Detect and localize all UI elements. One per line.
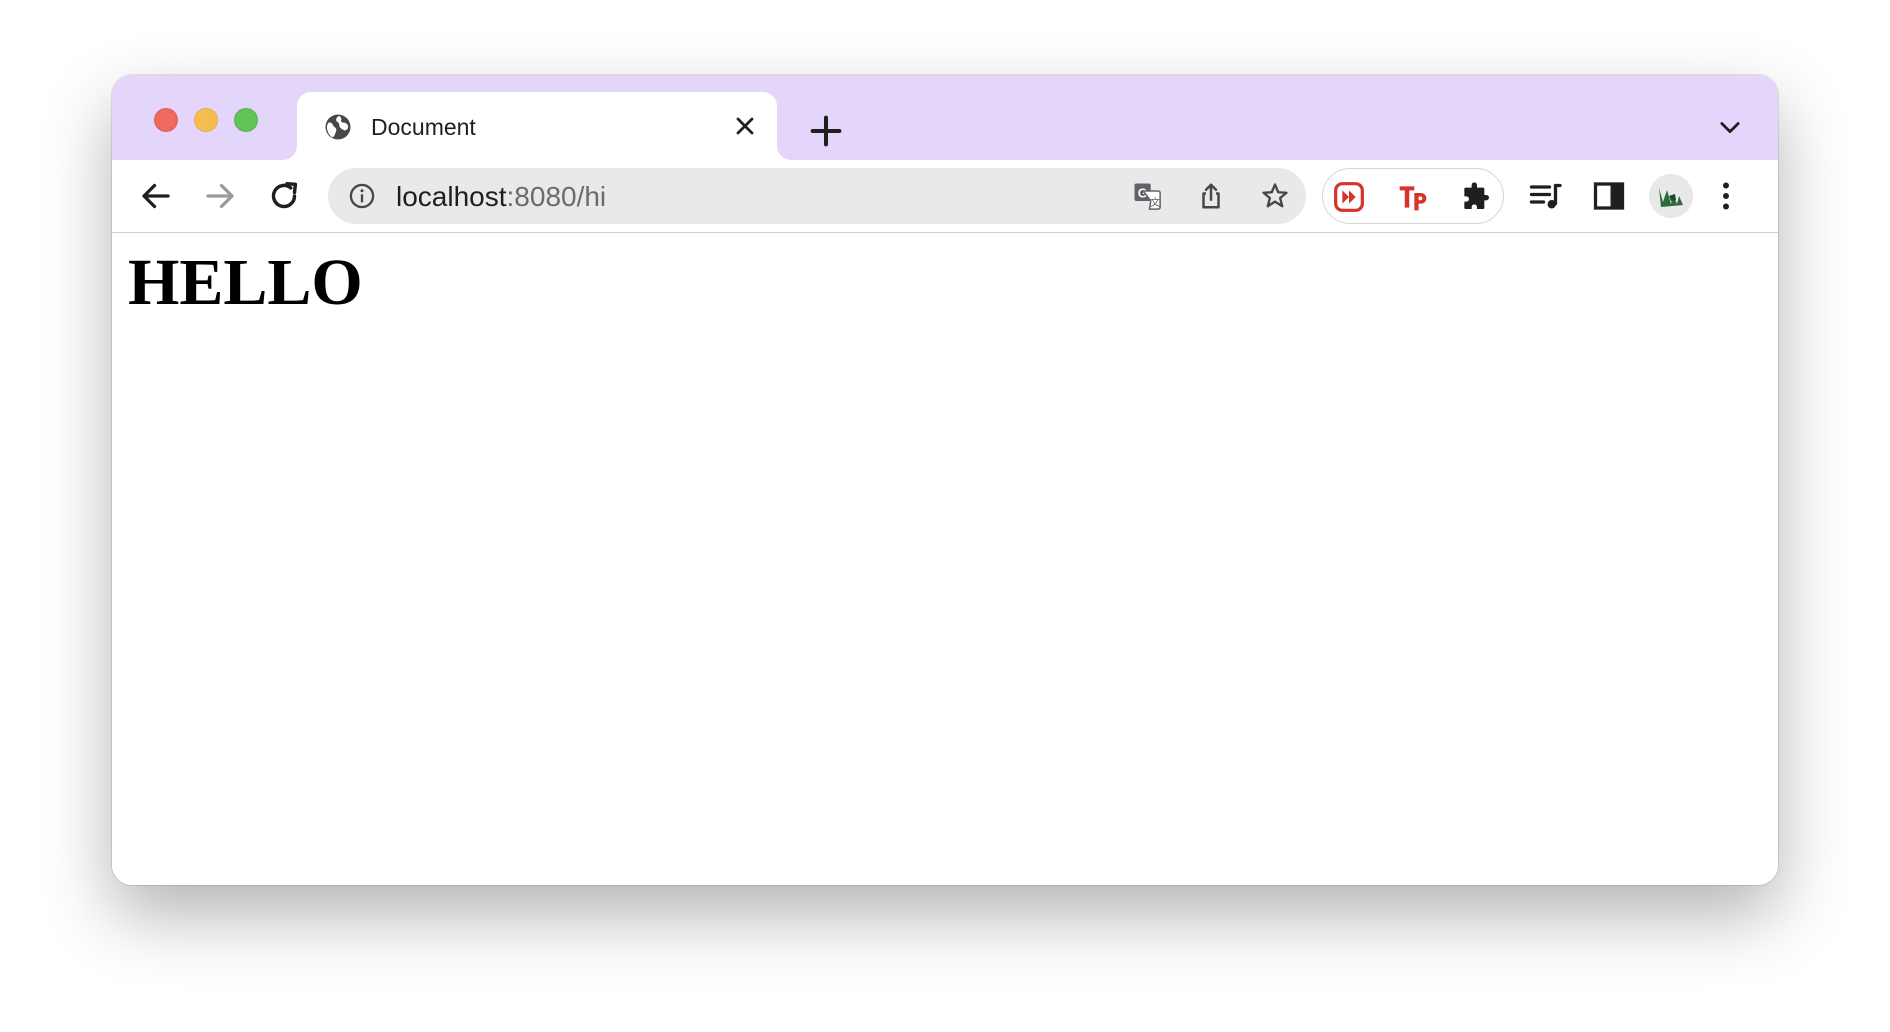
url-text[interactable]: localhost:8080/hi bbox=[396, 182, 606, 212]
globe-icon bbox=[325, 114, 351, 140]
tp-extension-icon[interactable] bbox=[1397, 181, 1429, 213]
url-host: localhost bbox=[396, 181, 507, 212]
translate-icon[interactable]: G 文 bbox=[1132, 181, 1162, 211]
desktop-background: Document localhost:8080/hi G 文 HELLO bbox=[0, 0, 1890, 1032]
fast-forward-extension-icon[interactable] bbox=[1333, 181, 1365, 213]
kebab-menu-icon[interactable] bbox=[1708, 178, 1744, 214]
browser-toolbar: localhost:8080/hi G 文 bbox=[112, 160, 1778, 233]
arrow-left-icon[interactable] bbox=[138, 178, 174, 214]
window-minimize-button[interactable] bbox=[194, 108, 218, 132]
page-heading: HELLO bbox=[128, 246, 363, 319]
puzzle-extensions-icon[interactable] bbox=[1459, 181, 1491, 213]
url-path: :8080/hi bbox=[506, 181, 607, 212]
avatar[interactable] bbox=[1649, 174, 1693, 218]
close-icon[interactable] bbox=[731, 112, 759, 140]
svg-text:文: 文 bbox=[1150, 196, 1160, 209]
profile-picture-icon bbox=[1649, 174, 1693, 218]
media-queue-icon[interactable] bbox=[1527, 178, 1563, 214]
tab-document[interactable]: Document bbox=[297, 92, 777, 160]
window-close-button[interactable] bbox=[154, 108, 178, 132]
tab-title: Document bbox=[371, 114, 476, 140]
bookmark-star-icon[interactable] bbox=[1260, 181, 1290, 211]
share-icon[interactable] bbox=[1196, 181, 1226, 211]
tab-strip: Document bbox=[112, 75, 1778, 160]
address-bar[interactable]: localhost:8080/hi G 文 bbox=[328, 168, 1306, 224]
chevron-down-icon[interactable] bbox=[1716, 113, 1744, 141]
reload-icon[interactable] bbox=[266, 178, 302, 214]
info-icon[interactable] bbox=[348, 182, 376, 210]
extensions-group bbox=[1322, 168, 1504, 224]
plus-icon[interactable] bbox=[806, 111, 846, 151]
browser-window: Document localhost:8080/hi G 文 HELLO bbox=[112, 75, 1778, 885]
side-panel-icon[interactable] bbox=[1591, 178, 1627, 214]
window-zoom-button[interactable] bbox=[234, 108, 258, 132]
arrow-right-icon[interactable] bbox=[202, 178, 238, 214]
page-content: HELLO bbox=[112, 233, 1778, 885]
